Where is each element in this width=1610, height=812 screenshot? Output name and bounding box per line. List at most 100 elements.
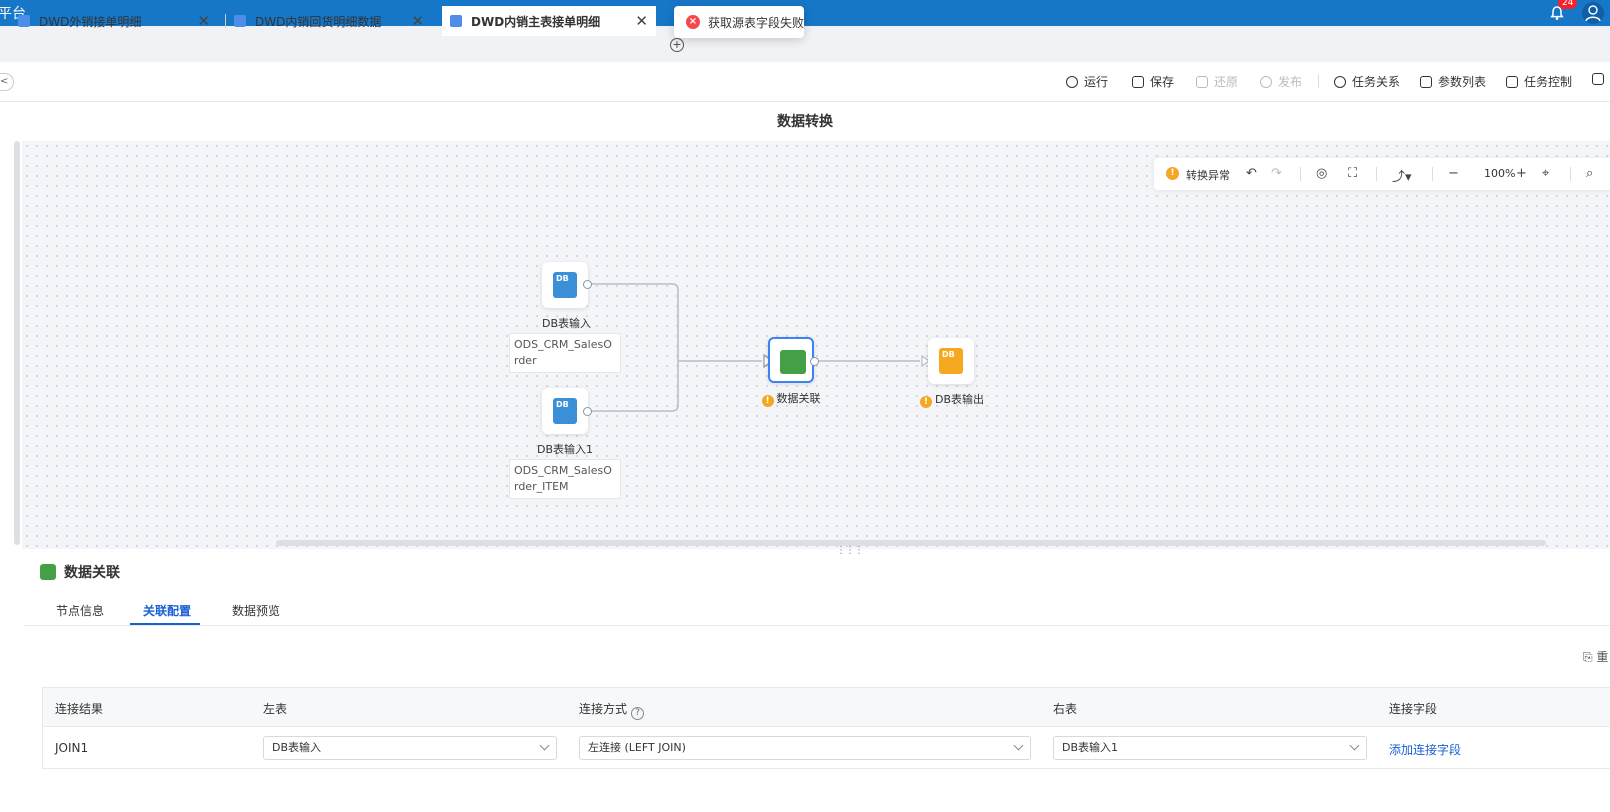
output-port[interactable]: [583, 280, 592, 289]
panel-title: 数据关联: [40, 562, 120, 582]
restore-label: 还原: [1214, 75, 1239, 89]
node-config-panel: [24, 549, 1610, 812]
user-avatar[interactable]: [1582, 2, 1604, 24]
col-left-table: 左表: [263, 702, 288, 716]
task-icon: [234, 15, 246, 27]
chevron-down-icon: [1013, 740, 1024, 751]
output-port[interactable]: [810, 357, 819, 366]
join-type-value: 左连接 (LEFT JOIN): [588, 741, 686, 754]
tab-dwd-export-order[interactable]: DWD外销接单明细 ✕: [10, 6, 218, 36]
col-join-fields: 连接字段: [1389, 702, 1438, 716]
publish-label: 发布: [1278, 75, 1303, 89]
run-label: 运行: [1084, 75, 1109, 89]
play-icon: [1066, 75, 1078, 88]
reset-label: 重: [1596, 650, 1609, 664]
user-icon: [1585, 5, 1601, 22]
redo-icon[interactable]: ↷: [1271, 166, 1282, 181]
connector-style-icon[interactable]: ⤴▾: [1392, 166, 1412, 185]
add-join-field-link[interactable]: 添加连接字段: [1389, 741, 1461, 758]
canvas-title: 数据转换: [0, 103, 1610, 141]
left-table-select[interactable]: DB表输入: [263, 736, 557, 760]
join-type-select[interactable]: 左连接 (LEFT JOIN): [579, 736, 1031, 760]
tab-label: DWD内销回货明细数据: [255, 14, 382, 29]
database-output-icon: DB: [939, 348, 963, 374]
tab-data-preview[interactable]: 数据预览: [232, 602, 280, 619]
warning-icon: !: [761, 395, 774, 407]
node-label: DB表输入: [542, 317, 592, 330]
save-label: 保存: [1150, 75, 1175, 89]
task-control-label: 任务控制: [1524, 75, 1573, 89]
error-icon: ×: [686, 15, 700, 29]
preview-icon[interactable]: ◎: [1316, 166, 1327, 181]
task-relation-label: 任务关系: [1352, 75, 1401, 89]
close-icon[interactable]: ✕: [635, 12, 648, 30]
data-join-node[interactable]: [768, 337, 814, 383]
flow-canvas[interactable]: [22, 141, 1610, 549]
warning-icon: !: [1166, 167, 1179, 180]
settings-icon: [1506, 75, 1518, 88]
db-input-1-node[interactable]: DB: [542, 388, 588, 434]
right-table-select[interactable]: DB表输入1: [1053, 736, 1367, 760]
publish-button[interactable]: 发布: [1260, 73, 1302, 90]
vertical-scrollbar[interactable]: [14, 141, 20, 545]
task-icon: [450, 15, 462, 27]
canvas-toolbar: ! 转换异常 ↶ ↷ ◎ ⛶ ⤴▾ − 100% + ⌖ ⌕: [1154, 158, 1610, 190]
task-relation-button[interactable]: 任务关系: [1334, 73, 1400, 90]
param-list-button[interactable]: 参数列表: [1420, 73, 1486, 90]
output-port[interactable]: [583, 407, 592, 416]
join-config-table: 连接结果 左表 连接方式? 右表 连接字段 JOIN1 DB表输入 左连接 (L…: [42, 687, 1610, 769]
tab-dwd-domestic-main-order[interactable]: DWD内销主表接单明细 ✕: [442, 6, 656, 36]
database-input-icon: DB: [553, 398, 577, 424]
toolbar-divider: [1318, 74, 1319, 88]
collapse-sidebar-button[interactable]: <: [0, 73, 14, 91]
col-join-result: 连接结果: [55, 702, 104, 716]
close-icon[interactable]: ✕: [197, 12, 210, 30]
resize-handle[interactable]: ⋮⋮⋮: [836, 545, 864, 556]
node-table-name: ODS_CRM_SalesOrder: [509, 333, 621, 373]
tab-join-config[interactable]: 关联配置: [143, 602, 191, 619]
db-input-node[interactable]: DB: [542, 262, 588, 308]
link-icon: [40, 564, 56, 580]
more-button[interactable]: [1592, 73, 1610, 85]
conversion-status[interactable]: 转换异常: [1186, 167, 1230, 183]
node-label: ! DB表输出: [912, 391, 992, 408]
zoom-in-icon[interactable]: +: [1516, 166, 1527, 181]
toast-message: 获取源表字段失败: [708, 15, 805, 30]
send-icon: [1260, 75, 1272, 88]
restore-button[interactable]: 还原: [1196, 73, 1238, 90]
notification-badge: 24: [1558, 0, 1578, 9]
tab-dwd-domestic-return[interactable]: DWD内销回货明细数据 ✕: [225, 6, 432, 36]
restore-icon: [1196, 75, 1208, 88]
zoom-out-icon[interactable]: −: [1448, 166, 1459, 181]
active-tab-indicator: [130, 623, 200, 625]
save-button[interactable]: 保存: [1132, 73, 1174, 90]
node-label: DB表输入1: [536, 443, 593, 456]
right-table-value: DB表输入1: [1062, 741, 1119, 754]
help-icon[interactable]: ?: [631, 707, 645, 720]
task-control-button[interactable]: 任务控制: [1506, 73, 1572, 90]
error-toast: × 获取源表字段失败: [674, 6, 804, 38]
horizontal-scrollbar[interactable]: [276, 540, 1546, 546]
zoom-level: 100%: [1484, 167, 1516, 180]
link-icon: [780, 350, 806, 374]
chevron-down-icon: [1349, 740, 1360, 751]
tab-node-info[interactable]: 节点信息: [56, 602, 104, 619]
undo-icon[interactable]: ↶: [1246, 166, 1257, 181]
join-result-value: JOIN1: [55, 741, 89, 755]
reset-button[interactable]: ⎘ 重: [1583, 648, 1608, 665]
document-icon: [1592, 73, 1604, 85]
save-icon: [1132, 75, 1144, 88]
col-right-table: 右表: [1053, 702, 1078, 716]
table-header: 连接结果 左表 连接方式? 右表 连接字段: [43, 688, 1610, 727]
fit-view-icon[interactable]: ⛶: [1348, 166, 1357, 181]
db-output-node[interactable]: DB: [928, 338, 974, 384]
locate-icon[interactable]: ⌖: [1542, 166, 1549, 181]
search-icon[interactable]: ⌕: [1586, 166, 1593, 181]
tab-label: DWD外销接单明细: [39, 14, 142, 29]
node-label: ! 数据关联: [754, 390, 828, 407]
left-table-value: DB表输入: [272, 741, 322, 754]
add-tab-icon[interactable]: +: [670, 38, 684, 52]
run-button[interactable]: 运行: [1066, 73, 1108, 90]
node-table-name: ODS_CRM_SalesOrder_ITEM: [509, 459, 621, 499]
close-icon[interactable]: ✕: [411, 12, 424, 30]
